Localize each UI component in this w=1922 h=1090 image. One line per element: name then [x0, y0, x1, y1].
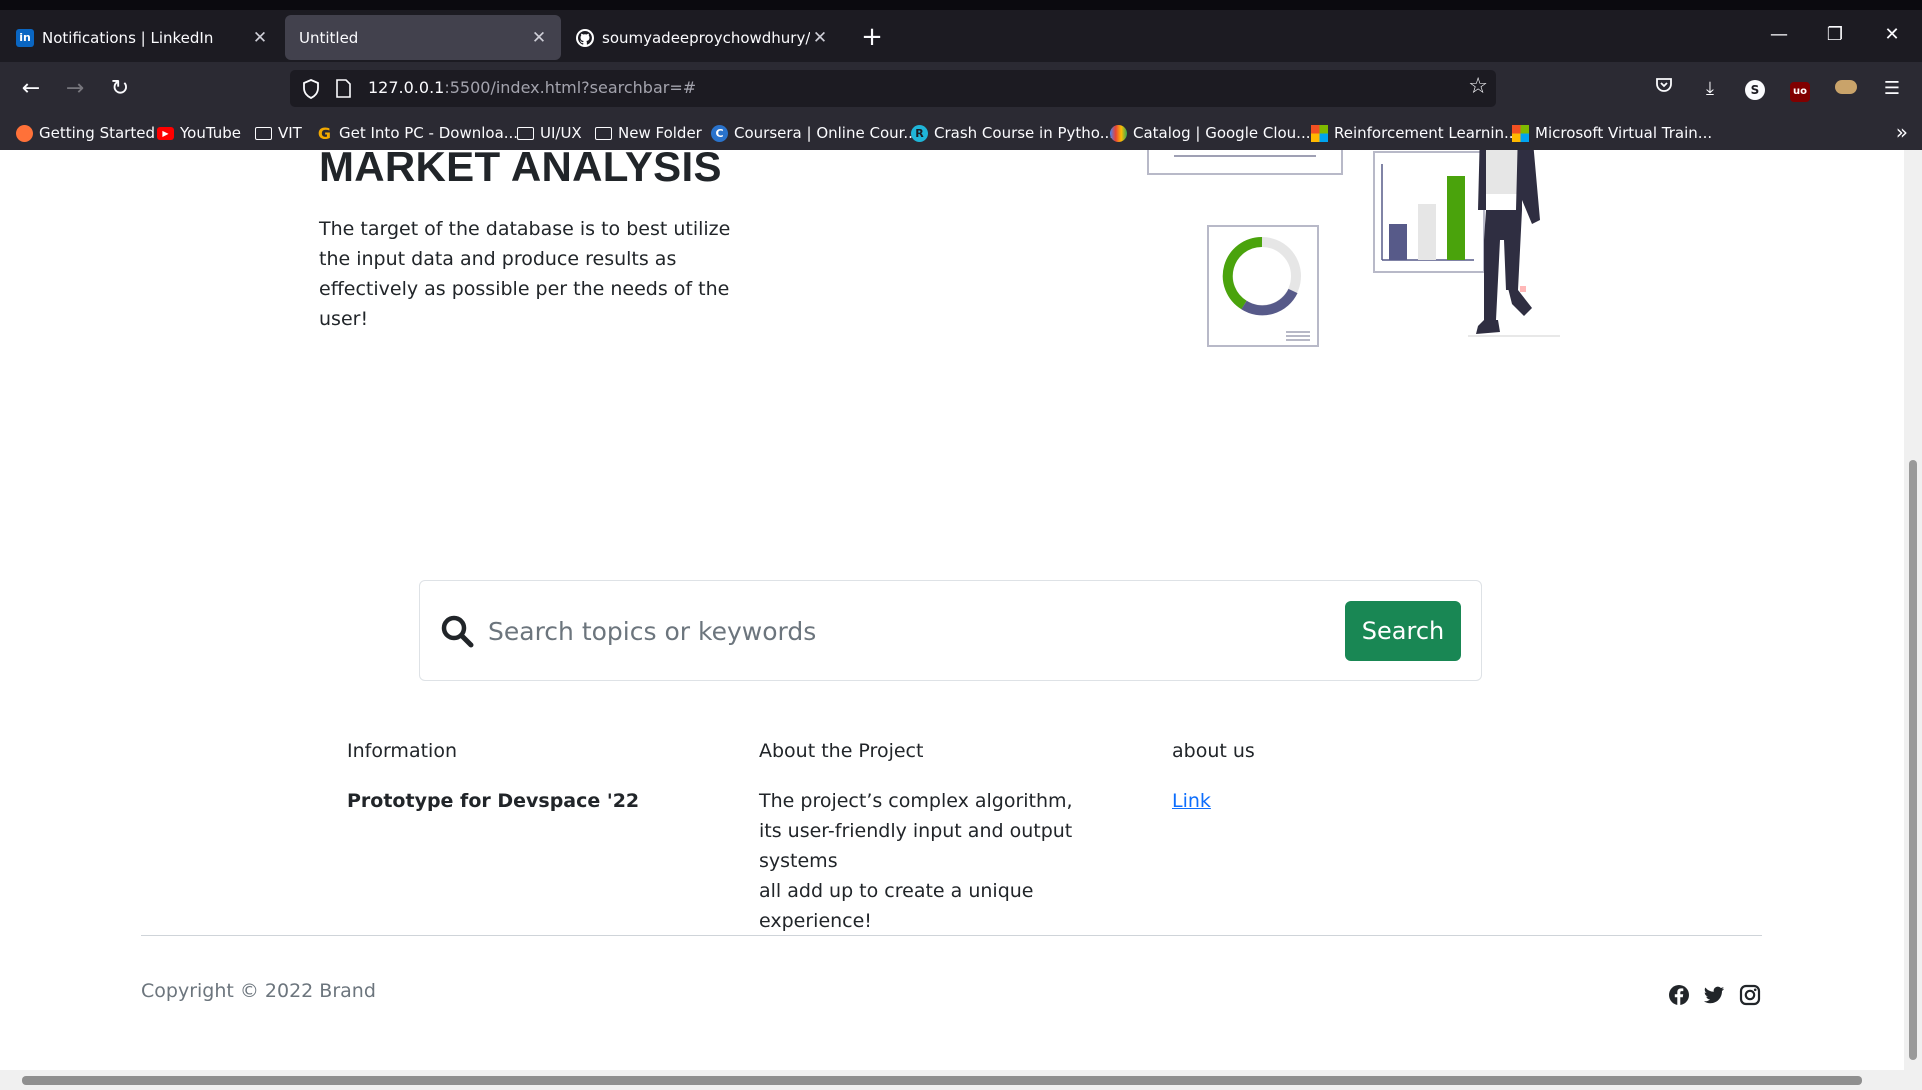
vertical-scrollbar[interactable]	[1904, 150, 1922, 1070]
hero-text: The target of the database is to best ut…	[319, 218, 731, 330]
youtube-icon: ▶	[157, 126, 174, 140]
page-content: MARKET ANALYSIS The target of the databa…	[0, 150, 1904, 1070]
footer-text: Prototype for Devspace '22	[347, 790, 640, 812]
folder-icon	[595, 126, 612, 140]
folder-icon	[517, 126, 534, 140]
footer-column-about-project: About the Project The project’s complex …	[759, 740, 1149, 936]
footer-column-about-us: about us Link	[1172, 740, 1255, 816]
bookmark-crash-course[interactable]: R Crash Course in Pytho...	[911, 122, 1114, 144]
scrollbar-thumb[interactable]	[22, 1076, 1862, 1085]
instagram-icon[interactable]	[1739, 984, 1761, 1006]
new-tab-button[interactable]: +	[857, 22, 887, 52]
navigation-bar: ← → ↻ 127.0.0.1:5500/index.html?searchba…	[0, 62, 1922, 116]
bookmark-youtube[interactable]: ▶ YouTube	[157, 122, 241, 144]
bookmark-getintopc[interactable]: G Get Into PC - Downloa...	[316, 122, 518, 144]
bar-green	[1447, 176, 1465, 260]
twitter-icon[interactable]	[1703, 984, 1725, 1006]
tab-github[interactable]: soumyadeeproychowdhury/Item ✕	[564, 15, 842, 60]
bookmark-coursera[interactable]: C Coursera | Online Cour...	[711, 122, 918, 144]
bookmarks-bar: Getting Started ▶ YouTube VIT G Get Into…	[0, 116, 1922, 150]
reload-icon[interactable]: ↻	[105, 74, 135, 104]
menu-icon[interactable]: ☰	[1878, 75, 1906, 103]
scrollbar-thumb[interactable]	[1909, 460, 1917, 1060]
footer-column-information: Information Prototype for Devspace '22	[347, 740, 639, 816]
ublock-icon[interactable]: uo	[1786, 75, 1814, 103]
microsoft-icon	[1512, 124, 1529, 142]
tab-label: Notifications | LinkedIn	[42, 28, 214, 47]
course-icon: R	[911, 124, 928, 142]
linkedin-icon: in	[16, 28, 34, 47]
getintopc-icon: G	[317, 123, 332, 143]
chevron-more-icon[interactable]: »	[1896, 120, 1908, 144]
bookmark-reinforcement[interactable]: Reinforcement Learnin...	[1311, 122, 1518, 144]
person-shoe-left	[1476, 320, 1500, 334]
restore-icon[interactable]: ❐	[1815, 24, 1855, 45]
market-analysis-illustration	[1147, 150, 1560, 347]
bookmark-folder-uiux[interactable]: UI/UX	[517, 122, 582, 144]
search-card: Search	[419, 580, 1482, 681]
tab-linkedin[interactable]: in Notifications | LinkedIn ✕	[4, 15, 282, 60]
address-bar[interactable]: 127.0.0.1:5500/index.html?searchbar=# ☆	[290, 70, 1496, 107]
search-button[interactable]: Search	[1345, 601, 1461, 661]
bookmark-folder-vit[interactable]: VIT	[255, 122, 302, 144]
minimize-icon[interactable]: —	[1759, 24, 1799, 45]
bookmark-microsoft-training[interactable]: Microsoft Virtual Train...	[1512, 122, 1712, 144]
close-window-icon[interactable]: ✕	[1872, 24, 1912, 45]
github-icon	[576, 28, 594, 47]
frame-top	[1147, 150, 1343, 175]
person-shirt	[1486, 150, 1520, 194]
pocket-icon[interactable]	[1650, 75, 1678, 103]
coursera-icon: C	[711, 124, 728, 142]
footer-heading: about us	[1172, 740, 1255, 762]
page-info-icon[interactable]	[336, 79, 351, 98]
bookmark-google-cloud[interactable]: Catalog | Google Clou...	[1110, 122, 1311, 144]
footer-heading: About the Project	[759, 740, 924, 762]
footer-heading: Information	[347, 740, 457, 762]
close-tab-icon[interactable]: ✕	[810, 28, 830, 48]
bar-grey	[1418, 204, 1436, 260]
footer-divider	[141, 935, 1762, 936]
google-cloud-icon	[1110, 124, 1127, 142]
extension-avatar-icon[interactable]	[1832, 75, 1860, 103]
shield-icon[interactable]	[302, 79, 320, 99]
about-us-link[interactable]: Link	[1172, 790, 1211, 812]
bar-purple	[1389, 224, 1407, 260]
hero-heading: MARKET ANALYSIS	[319, 150, 722, 190]
url-text[interactable]: 127.0.0.1:5500/index.html?searchbar=#	[368, 78, 696, 97]
facebook-icon[interactable]	[1668, 984, 1690, 1006]
tab-bar: in Notifications | LinkedIn ✕ Untitled ✕…	[0, 0, 1922, 62]
search-icon	[441, 615, 474, 648]
back-icon[interactable]: ←	[16, 74, 46, 104]
firefox-icon	[16, 124, 33, 142]
copyright-text: Copyright © 2022 Brand	[141, 980, 376, 1002]
search-input[interactable]	[488, 605, 1288, 657]
close-tab-icon[interactable]: ✕	[250, 28, 270, 48]
folder-icon	[255, 126, 272, 140]
extension-s-icon[interactable]: S	[1741, 75, 1769, 103]
forward-icon[interactable]: →	[60, 74, 90, 104]
bookmark-getting-started[interactable]: Getting Started	[16, 122, 155, 144]
microsoft-icon	[1311, 124, 1328, 142]
footer-text: The project’s complex algorithm, its use…	[759, 790, 1073, 932]
bookmark-folder-new[interactable]: New Folder	[595, 122, 702, 144]
tab-untitled[interactable]: Untitled ✕	[285, 15, 561, 60]
tab-label: soumyadeeproychowdhury/Item	[602, 28, 810, 47]
person-shoe-right	[1508, 288, 1532, 316]
person-ankle	[1520, 286, 1526, 292]
horizontal-scrollbar[interactable]	[0, 1070, 1922, 1090]
close-tab-icon[interactable]: ✕	[529, 28, 549, 48]
download-icon[interactable]: ⤓	[1696, 75, 1724, 103]
bookmark-star-icon[interactable]: ☆	[1468, 74, 1488, 99]
tab-label: Untitled	[299, 28, 359, 47]
